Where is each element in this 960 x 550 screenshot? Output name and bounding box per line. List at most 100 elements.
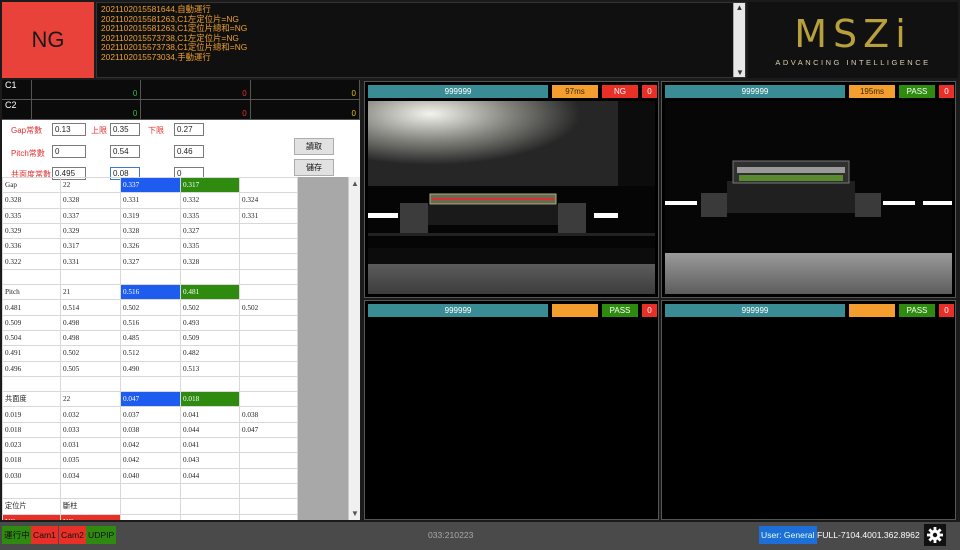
table-cell[interactable] <box>239 314 298 331</box>
table-cell[interactable]: 0.326 <box>120 238 181 255</box>
table-cell[interactable] <box>2 268 61 286</box>
table-cell[interactable] <box>60 375 121 393</box>
table-cell[interactable]: 0.509 <box>2 314 61 331</box>
table-cell[interactable] <box>239 437 298 454</box>
table-cell[interactable]: 0.032 <box>60 406 121 423</box>
table-cell[interactable]: 0.031 <box>60 437 121 454</box>
table-cell[interactable]: 0.335 <box>180 207 240 224</box>
table-row[interactable]: 0.322 0.331 0.327 0.328 <box>2 253 348 270</box>
table-cell[interactable]: 0.498 <box>60 314 121 331</box>
table-cell[interactable]: 0.037 <box>120 406 181 423</box>
table-cell[interactable]: 0.042 <box>120 437 181 454</box>
table-cell[interactable] <box>239 345 298 362</box>
table-row[interactable]: 0.030 0.034 0.040 0.044 <box>2 467 348 484</box>
table-row[interactable] <box>2 482 348 500</box>
table-cell[interactable]: 0.481 <box>180 284 240 301</box>
gap-upper-input[interactable] <box>110 123 140 136</box>
table-cell[interactable] <box>180 268 240 286</box>
table-cell[interactable] <box>239 482 298 500</box>
table-cell[interactable] <box>239 375 298 393</box>
table-cell[interactable]: 0.329 <box>60 222 121 240</box>
table-cell[interactable]: 0.337 <box>60 207 121 224</box>
table-cell[interactable] <box>120 375 181 393</box>
camera-view-2[interactable]: 999999 195ms PASS 0 <box>661 81 956 298</box>
table-cell[interactable] <box>239 177 298 194</box>
table-cell[interactable]: 22 <box>60 391 121 408</box>
table-row[interactable]: 0.018 0.033 0.038 0.044 0.047 <box>2 421 348 439</box>
table-row[interactable]: 0.335 0.337 0.319 0.335 0.331 <box>2 207 348 224</box>
table-cell[interactable] <box>239 360 298 377</box>
gap-input[interactable] <box>52 123 86 136</box>
table-row[interactable] <box>2 375 348 393</box>
camera-view-4[interactable]: 999999 PASS 0 <box>661 300 956 520</box>
table-cell[interactable]: 0.018 <box>2 421 61 439</box>
table-cell[interactable]: 0.516 <box>120 314 181 331</box>
pitch-lower-input[interactable] <box>174 145 204 158</box>
table-row[interactable]: 共面度 22 0.047 0.018 <box>2 391 348 408</box>
table-cell[interactable]: 0.512 <box>120 345 181 362</box>
table-cell[interactable] <box>180 498 240 515</box>
table-cell[interactable]: 0.513 <box>180 360 240 377</box>
table-cell[interactable]: 0.328 <box>120 222 181 240</box>
table-cell[interactable] <box>180 513 240 520</box>
table-row[interactable]: Pitch 21 0.516 0.481 <box>2 284 348 301</box>
event-log[interactable]: 2021102015581644,自動運行 2021102015581263,C1… <box>96 2 746 78</box>
chevron-down-icon[interactable]: ▼ <box>734 68 745 78</box>
table-cell[interactable]: 0.335 <box>2 207 61 224</box>
table-cell[interactable]: 0.516 <box>120 284 181 301</box>
table-cell[interactable]: 0.317 <box>60 238 121 255</box>
table-cell[interactable]: 斷柱 <box>60 498 121 515</box>
table-cell[interactable]: 0.482 <box>180 345 240 362</box>
table-cell[interactable]: 0.317 <box>180 177 240 194</box>
table-row[interactable]: 0.019 0.032 0.037 0.041 0.038 <box>2 406 348 423</box>
table-cell[interactable]: 0.336 <box>2 238 61 255</box>
table-cell[interactable]: NG <box>2 513 61 520</box>
user-badge[interactable]: User: General <box>759 526 817 544</box>
table-cell[interactable]: 0.018 <box>2 452 61 469</box>
table-row[interactable]: 0.328 0.328 0.331 0.332 0.324 <box>2 192 348 209</box>
measurement-grid[interactable]: Gap 22 0.337 0.317 0.328 0.328 0.331 0.332 0.324… <box>2 177 348 520</box>
table-row[interactable]: 定位片 斷柱 <box>2 498 348 515</box>
table-row[interactable]: 0.496 0.505 0.490 0.513 <box>2 360 348 377</box>
table-cell[interactable]: 0.038 <box>120 421 181 439</box>
table-cell[interactable]: 0.493 <box>180 314 240 331</box>
table-cell[interactable] <box>120 498 181 515</box>
table-cell[interactable]: 0.505 <box>60 360 121 377</box>
chevron-up-icon[interactable]: ▲ <box>349 179 360 188</box>
table-cell[interactable]: 0.035 <box>60 452 121 469</box>
table-cell[interactable]: NG <box>60 513 121 520</box>
pitch-upper-input[interactable] <box>110 145 140 158</box>
pitch-input[interactable] <box>52 145 86 158</box>
table-cell[interactable]: 0.490 <box>120 360 181 377</box>
table-cell[interactable]: 0.030 <box>2 467 61 484</box>
table-cell[interactable]: 0.041 <box>180 406 240 423</box>
table-cell[interactable]: 0.514 <box>60 299 121 316</box>
table-cell[interactable]: Gap <box>2 177 61 194</box>
table-cell[interactable]: 21 <box>60 284 121 301</box>
table-cell[interactable] <box>2 375 61 393</box>
table-cell[interactable]: 定位片 <box>2 498 61 515</box>
table-cell[interactable] <box>180 375 240 393</box>
table-row[interactable]: 0.509 0.498 0.516 0.493 <box>2 314 348 331</box>
table-cell[interactable]: 0.044 <box>180 467 240 484</box>
table-row[interactable]: 0.329 0.329 0.328 0.327 <box>2 222 348 240</box>
table-cell[interactable] <box>2 482 61 500</box>
table-cell[interactable]: 0.502 <box>180 299 240 316</box>
table-cell[interactable]: 0.324 <box>239 192 298 209</box>
table-cell[interactable]: 0.331 <box>239 207 298 224</box>
read-button[interactable]: 讀取 <box>294 138 334 155</box>
table-cell[interactable] <box>60 268 121 286</box>
table-cell[interactable] <box>239 329 298 347</box>
table-cell[interactable]: 0.491 <box>2 345 61 362</box>
table-cell[interactable] <box>239 222 298 240</box>
table-cell[interactable]: 0.329 <box>2 222 61 240</box>
table-cell[interactable]: 0.502 <box>60 345 121 362</box>
table-cell[interactable]: 0.498 <box>60 329 121 347</box>
table-cell[interactable]: 0.502 <box>120 299 181 316</box>
table-cell[interactable]: 0.040 <box>120 467 181 484</box>
table-cell[interactable]: 0.327 <box>180 222 240 240</box>
table-cell[interactable] <box>60 482 121 500</box>
table-cell[interactable]: 0.038 <box>239 406 298 423</box>
table-cell[interactable]: 0.018 <box>180 391 240 408</box>
table-row[interactable]: 0.023 0.031 0.042 0.041 <box>2 437 348 454</box>
